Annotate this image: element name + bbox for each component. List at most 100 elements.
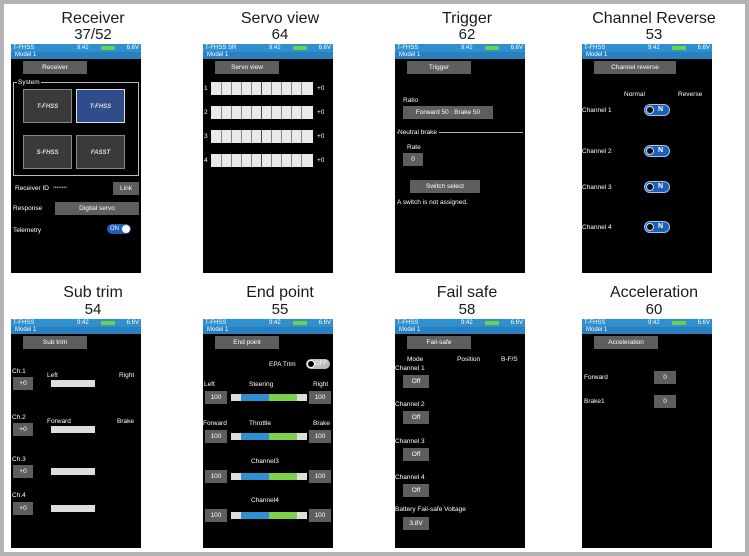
channel-label: Channel 3 [582, 184, 612, 191]
model-bar[interactable]: Model 1 [203, 327, 333, 334]
sub-trim-bar[interactable] [51, 468, 95, 475]
channel-label: Ch.3 [12, 456, 26, 463]
end-point-right-value[interactable]: 100 [309, 470, 331, 483]
servo-value: +0 [317, 133, 325, 140]
battery-icon [672, 46, 686, 50]
channel-label: Ch.1 [12, 368, 26, 375]
left-label: Forward [203, 420, 227, 427]
end-point-bar [231, 473, 307, 480]
end-point-left-value[interactable]: 100 [205, 391, 227, 404]
screen: T-FHSS 9:42 6.6V Model 1 End point EPA Tri… [203, 319, 333, 548]
sub-trim-bar[interactable] [51, 426, 95, 433]
end-point-right-value[interactable]: 100 [309, 391, 331, 404]
fail-safe-mode-button[interactable]: Off [403, 411, 429, 424]
toggle-knob [122, 225, 130, 233]
channel-label: Channel 4 [395, 474, 425, 481]
tab-channel-reverse[interactable]: Channel reverse [594, 61, 676, 74]
panel-title: Acceleration [609, 284, 699, 301]
clock: 9:42 [648, 320, 660, 326]
model-bar[interactable]: Model 1 [203, 52, 333, 59]
system-label: T-FHSS [13, 45, 35, 51]
end-point-left-value[interactable]: 100 [205, 430, 227, 443]
fail-safe-mode-button[interactable]: Off [403, 484, 429, 497]
channel-label: Channel 2 [582, 148, 612, 155]
rate-label: Rate [407, 144, 421, 151]
sub-trim-bar[interactable] [51, 380, 95, 387]
model-bar[interactable]: Model 1 [582, 327, 712, 334]
forward-value[interactable]: 0 [654, 371, 676, 384]
fail-safe-mode-button[interactable]: Off [403, 448, 429, 461]
model-bar[interactable]: Model 1 [395, 52, 525, 59]
fasst-logo[interactable]: FASST [76, 135, 125, 169]
tab-end-point[interactable]: End point [215, 336, 279, 349]
battery-icon [101, 321, 115, 325]
servo-bar [211, 106, 313, 119]
page-number: 62 [458, 26, 476, 43]
epa-trim-toggle[interactable]: OFF [306, 359, 330, 369]
sub-trim-value[interactable]: +0 [13, 423, 33, 436]
rate-value[interactable]: 0 [403, 153, 423, 166]
panel-title: Servo view [240, 10, 320, 27]
sub-trim-bar[interactable] [51, 505, 95, 512]
voltage: 6.6V [510, 320, 523, 326]
telemetry-toggle[interactable]: ON [107, 224, 131, 234]
voltage: 6.6V [697, 320, 710, 326]
brake-value[interactable]: 0 [654, 395, 676, 408]
servo-value: +0 [317, 157, 325, 164]
screen: T-FHSS 9:42 6.6V Model 1 Acceleration Forw… [582, 319, 712, 548]
status-bar: T-FHSS 9:42 6.6V [395, 319, 525, 327]
battery-fail-safe-value[interactable]: 3.8V [403, 517, 429, 530]
tab-fail-safe[interactable]: Fail-safe [407, 336, 471, 349]
sub-trim-value[interactable]: +0 [13, 465, 33, 478]
toggle-knob [307, 360, 315, 368]
end-point-right-value[interactable]: 100 [309, 509, 331, 522]
sub-trim-value[interactable]: +0 [13, 502, 33, 515]
battery-icon [672, 321, 686, 325]
switch-select-button[interactable]: Switch select [410, 180, 480, 193]
model-bar[interactable]: Model 1 [11, 52, 141, 59]
channel-3-reverse-toggle[interactable]: N [644, 181, 670, 193]
ratio-button[interactable]: Forward 50 : Brake 50 [403, 106, 493, 119]
battery-fail-safe-label: Battery Fail-safe Voltage [395, 506, 466, 513]
toggle-knob [646, 223, 654, 231]
bar-right-fill [269, 473, 297, 480]
tab-servo-view[interactable]: Servo view [215, 61, 279, 74]
end-point-left-value[interactable]: 100 [205, 470, 227, 483]
voltage: 6.6V [126, 45, 139, 51]
tab-receiver[interactable]: Receiver [23, 61, 87, 74]
channel-4-reverse-toggle[interactable]: N [644, 221, 670, 233]
channel-label: Channel 3 [395, 438, 425, 445]
servo-value: +0 [317, 85, 325, 92]
panel-title: Sub trim [63, 284, 123, 301]
battery-icon [293, 321, 307, 325]
forward-label: Forward [584, 374, 608, 381]
clock: 9:42 [461, 320, 473, 326]
tab-trigger[interactable]: Trigger [407, 61, 471, 74]
sub-trim-value[interactable]: +0 [13, 377, 33, 390]
end-point-right-value[interactable]: 100 [309, 430, 331, 443]
tfhss-telemetry-logo[interactable]: T-FHSS [76, 89, 125, 123]
tab-acceleration[interactable]: Acceleration [594, 336, 658, 349]
channel-1-reverse-toggle[interactable]: N [644, 104, 670, 116]
status-bar: T-FHSS 9:42 6.6V [203, 319, 333, 327]
response-select[interactable]: Digital servo [55, 202, 139, 215]
screen: T-FHSS 9:42 6.6V Model 1 Fail-safe Mode Po… [395, 319, 525, 548]
position-header: Position [457, 356, 481, 363]
tab-sub-trim[interactable]: Sub trim [23, 336, 87, 349]
tfhss-logo[interactable]: T-FHSS [23, 89, 72, 123]
model-bar[interactable]: Model 1 [395, 327, 525, 334]
channel-2-reverse-toggle[interactable]: N [644, 145, 670, 157]
right-label: Right [313, 381, 329, 388]
end-point-bar [231, 512, 307, 519]
model-bar[interactable]: Model 1 [582, 52, 712, 59]
panel-servo-view: Servo view 64 T-FHSS SR 9:42 6.6V Model 1 … [187, 0, 373, 280]
mode-header: Mode [407, 356, 424, 363]
end-point-left-value[interactable]: 100 [205, 509, 227, 522]
toggle-text: N [658, 223, 664, 230]
fail-safe-mode-button[interactable]: Off [403, 375, 429, 388]
sfhss-logo[interactable]: S-FHSS [23, 135, 72, 169]
link-button[interactable]: Link [113, 182, 139, 195]
battery-icon [485, 321, 499, 325]
toggle-knob [646, 183, 654, 191]
model-bar[interactable]: Model 1 [11, 327, 141, 334]
